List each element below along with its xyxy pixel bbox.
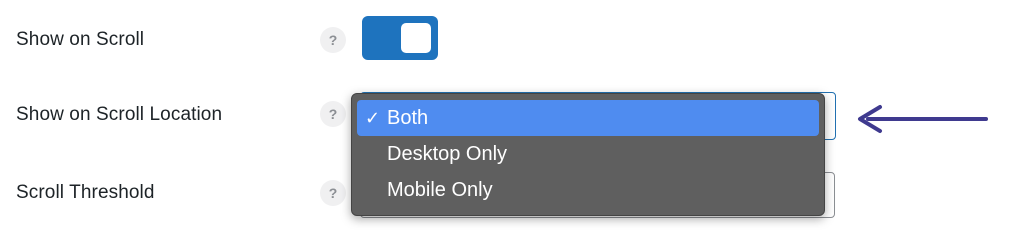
dropdown-option-desktop-only[interactable]: Desktop Only — [357, 136, 819, 172]
dropdown-option-both[interactable]: ✓ Both — [357, 100, 819, 136]
scroll-threshold-label: Scroll Threshold — [16, 182, 155, 203]
question-mark-icon[interactable]: ? — [320, 101, 346, 127]
scroll-location-label: Show on Scroll Location — [16, 104, 223, 125]
dropdown-option-mobile-only[interactable]: Mobile Only — [357, 172, 819, 208]
toggle-knob — [401, 23, 431, 53]
dropdown-option-label: Desktop Only — [387, 143, 508, 165]
dropdown-option-label: Both — [387, 107, 429, 129]
dropdown-option-label: Mobile Only — [387, 179, 493, 201]
question-mark-icon[interactable]: ? — [320, 180, 346, 206]
left-arrow-icon — [858, 105, 988, 133]
show-on-scroll-label: Show on Scroll — [16, 29, 145, 50]
show-on-scroll-toggle[interactable] — [362, 16, 438, 60]
scroll-location-dropdown-menu: ✓ Both Desktop Only Mobile Only — [351, 93, 825, 216]
settings-panel: Show on Scroll ? Show on Scroll Location… — [0, 0, 1024, 245]
question-mark-icon[interactable]: ? — [320, 27, 346, 53]
checkmark-icon: ✓ — [365, 108, 381, 128]
